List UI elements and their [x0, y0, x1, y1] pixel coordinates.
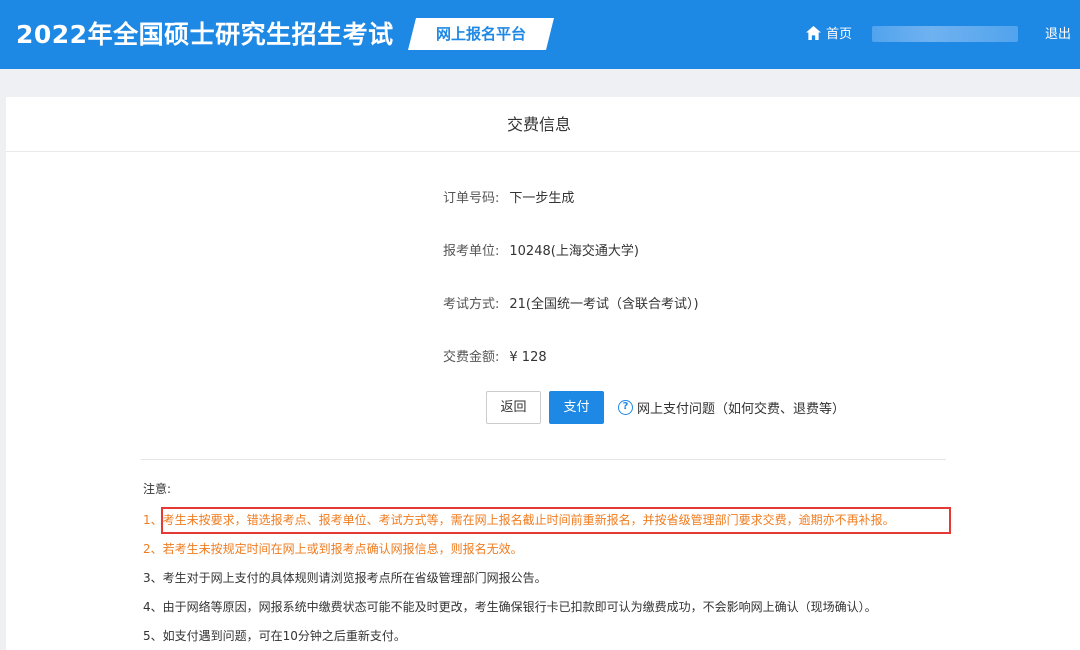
top-header: 2022年全国硕士研究生招生考试 网上报名平台 首页 退出: [0, 0, 1080, 69]
payment-help-link[interactable]: ? 网上支付问题（如何交费、退费等）: [618, 398, 845, 417]
notice-item: 5、如支付遇到问题，可在10分钟之后重新支付。: [143, 629, 406, 643]
notice-item: 4、由于网络等原因，网报系统中缴费状态可能不能及时更改，考生确保银行卡已扣款即可…: [143, 600, 877, 614]
info-row-amount: 交费金额: ¥ 128: [443, 346, 547, 365]
home-link[interactable]: 首页: [806, 23, 852, 42]
payment-help-label: 网上支付问题（如何交费、退费等）: [637, 402, 846, 417]
info-row-order-number: 订单号码: 下一步生成: [443, 187, 574, 206]
site-title: 2022年全国硕士研究生招生考试: [16, 20, 394, 49]
help-circle-icon: ?: [618, 400, 633, 415]
info-value: ¥ 128: [509, 350, 547, 365]
pay-button[interactable]: 支付: [549, 391, 604, 424]
notice-item: 3、考生对于网上支付的具体规则请浏览报考点所在省级管理部门网报公告。: [143, 571, 547, 585]
platform-tag: 网上报名平台: [408, 18, 554, 50]
back-button[interactable]: 返回: [486, 391, 541, 424]
home-icon: [806, 25, 821, 40]
username-redacted: [872, 26, 1018, 42]
info-row-unit: 报考单位: 10248(上海交通大学): [443, 240, 639, 259]
notice-item: 2、若考生未按规定时间在网上或到报考点确认网报信息，则报名无效。: [143, 542, 523, 556]
info-label: 订单号码:: [443, 191, 500, 206]
info-row-exam-mode: 考试方式: 21(全国统一考试（含联合考试）): [443, 293, 699, 312]
info-label: 报考单位:: [443, 244, 500, 259]
info-value: 21(全国统一考试（含联合考试）): [509, 297, 699, 312]
panel-title: 交费信息: [6, 97, 1080, 152]
info-label: 交费金额:: [443, 350, 500, 365]
payment-panel: 交费信息 订单号码: 下一步生成 报考单位: 10248(上海交通大学) 考试方式:…: [6, 97, 1080, 650]
logout-link[interactable]: 退出: [1045, 23, 1071, 42]
info-value: 10248(上海交通大学): [509, 244, 639, 259]
home-link-label: 首页: [826, 27, 853, 42]
notice-title: 注意:: [143, 482, 172, 496]
info-label: 考试方式:: [443, 297, 500, 312]
highlight-box: [161, 507, 951, 534]
section-divider: [141, 459, 946, 460]
platform-tag-label: 网上报名平台: [435, 25, 526, 43]
info-value: 下一步生成: [509, 191, 575, 206]
